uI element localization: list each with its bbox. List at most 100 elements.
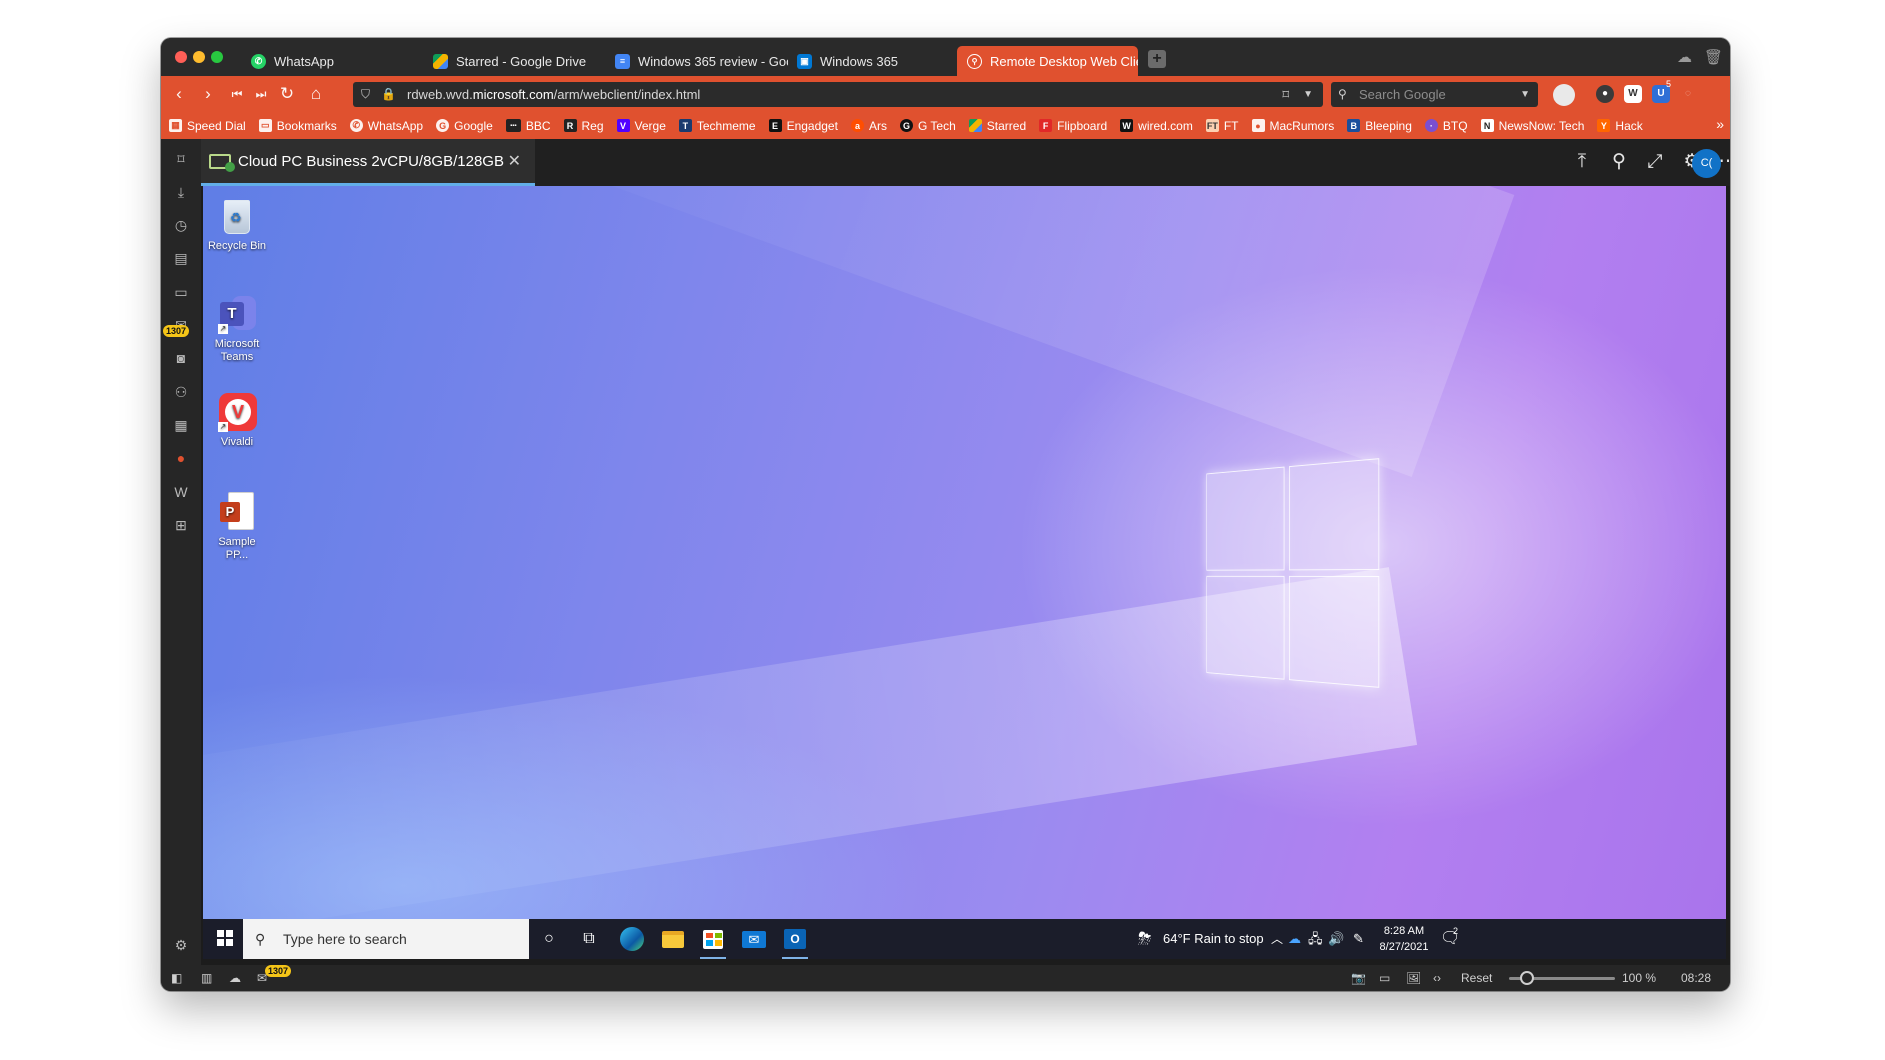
back-button[interactable]: ‹ bbox=[167, 82, 191, 106]
pen-icon[interactable]: ✎ bbox=[1353, 919, 1364, 959]
network-icon[interactable]: 🖧 bbox=[1308, 919, 1323, 959]
weather-text[interactable]: 64°F Rain to stop bbox=[1163, 919, 1264, 959]
file-explorer-icon[interactable] bbox=[658, 925, 688, 953]
user-avatar[interactable]: C( bbox=[1692, 149, 1721, 178]
url-dropdown-icon[interactable]: ▼ bbox=[1303, 82, 1313, 107]
bookmark-hack[interactable]: Y Hack bbox=[1597, 119, 1643, 133]
bookmark-google[interactable]: G Google bbox=[436, 119, 493, 133]
bookmarks-overflow-icon[interactable]: » bbox=[1716, 116, 1724, 132]
tab-remote-desktop[interactable]: ⚲ Remote Desktop Web Clie bbox=[957, 46, 1138, 76]
add-panel-icon[interactable]: ⊞ bbox=[171, 515, 191, 535]
bookmark-btq[interactable]: · BTQ bbox=[1424, 119, 1468, 133]
cortana-icon[interactable]: ○ bbox=[534, 925, 564, 953]
session-tab-label: Cloud PC Business 2vCPU/8GB/128GB bbox=[238, 152, 504, 170]
desktop-icon-powerpoint[interactable]: P Sample PP... bbox=[206, 492, 268, 562]
extension-w-icon[interactable]: W bbox=[1624, 85, 1642, 103]
upload-icon[interactable]: ⤒ bbox=[1569, 149, 1595, 175]
bookmarks-panel-icon[interactable]: ⌑ bbox=[171, 149, 191, 169]
trash-icon[interactable]: 🗑 bbox=[1704, 48, 1723, 66]
whatsapp-icon: ✆ bbox=[349, 119, 363, 132]
desktop-icon-recycle-bin[interactable]: ♻ Recycle Bin bbox=[206, 196, 268, 253]
maximize-window-button[interactable] bbox=[211, 51, 223, 63]
volume-icon[interactable]: 🔊 bbox=[1328, 919, 1344, 959]
taskbar-clock[interactable]: 8:28 AM 8/27/2021 bbox=[1375, 923, 1433, 955]
capture-icon[interactable]: 📷 bbox=[1351, 970, 1366, 986]
tab-label: WhatsApp bbox=[274, 53, 334, 69]
bookmark-page-icon[interactable]: ⌑ bbox=[1282, 82, 1289, 107]
bookmark-wired[interactable]: Wwired.com bbox=[1120, 119, 1193, 133]
weather-icon[interactable]: ⛈ bbox=[1138, 919, 1152, 959]
tab-google-drive[interactable]: Starred - Google Drive bbox=[423, 46, 608, 76]
shield-icon[interactable]: ⛉ bbox=[361, 82, 370, 107]
page-actions-icon[interactable]: ‹› bbox=[1433, 970, 1441, 986]
contacts-icon[interactable]: ⚇ bbox=[171, 382, 191, 402]
notes-icon[interactable]: ▤ bbox=[171, 248, 191, 268]
close-window-button[interactable] bbox=[175, 51, 187, 63]
feeds-icon[interactable]: ◙ bbox=[171, 348, 191, 368]
search-engine-dropdown-icon[interactable]: ▼ bbox=[1520, 82, 1530, 107]
vivaldi-icon[interactable]: ● bbox=[171, 448, 191, 468]
bookmark-starred[interactable]: Starred bbox=[968, 119, 1026, 133]
rewind-button[interactable]: ⏮ bbox=[225, 82, 249, 106]
window-icon[interactable]: ▭ bbox=[1379, 970, 1390, 986]
history-icon[interactable]: ◷ bbox=[171, 215, 191, 235]
bookmark-bleeping[interactable]: B Bleeping bbox=[1347, 119, 1412, 133]
panel-toggle-icon[interactable]: ◧ bbox=[171, 970, 182, 986]
edge-icon[interactable] bbox=[617, 925, 647, 953]
bookmark-macrumors[interactable]: ● MacRumors bbox=[1251, 119, 1334, 133]
bookmark-flipboard[interactable]: F Flipboard bbox=[1039, 119, 1107, 133]
bookmark-newsnow[interactable]: N NewsNow: Tech bbox=[1480, 119, 1584, 133]
new-tab-button[interactable]: + bbox=[1148, 50, 1166, 68]
url-field[interactable]: ⛉ 🔒 rdweb.wvd.microsoft.com/arm/webclien… bbox=[353, 82, 1323, 107]
sync-cloud-icon[interactable]: ☁ bbox=[229, 970, 241, 986]
downloads-icon[interactable]: ⤓ bbox=[171, 182, 191, 202]
bookmark-verge[interactable]: V Verge bbox=[616, 119, 666, 133]
session-tab[interactable]: Cloud PC Business 2vCPU/8GB/128GB ✕ bbox=[201, 139, 535, 186]
close-session-icon[interactable]: ✕ bbox=[508, 151, 521, 171]
bookmark-bookmarks[interactable]: ▭ Bookmarks bbox=[258, 119, 337, 133]
unpin-icon[interactable]: ⚲ bbox=[1606, 149, 1632, 175]
cloud-sync-icon[interactable]: ☁ bbox=[1677, 48, 1692, 66]
reset-zoom-button[interactable]: Reset bbox=[1461, 970, 1492, 986]
extension-more-icon[interactable]: ◌ bbox=[1679, 85, 1697, 103]
fast-forward-button[interactable]: ⏭ bbox=[249, 82, 273, 106]
start-button[interactable] bbox=[217, 930, 233, 946]
bookmark-ft[interactable]: FT FT bbox=[1205, 119, 1239, 133]
settings-gear-icon[interactable]: ⚙ bbox=[171, 935, 191, 955]
show-hidden-icons-icon[interactable]: ︿ bbox=[1271, 919, 1283, 959]
extension-privacy-icon[interactable]: ● bbox=[1596, 85, 1614, 103]
minimize-window-button[interactable] bbox=[193, 51, 205, 63]
tab-tiling-icon[interactable]: ▥ bbox=[201, 970, 212, 986]
bookmark-reg[interactable]: R Reg bbox=[563, 119, 604, 133]
onedrive-icon[interactable]: ☁ bbox=[1288, 919, 1301, 959]
bookmark-techmeme[interactable]: T Techmeme bbox=[678, 119, 756, 133]
home-icon[interactable]: ⌂ bbox=[304, 82, 328, 106]
desktop-icon-vivaldi[interactable]: V ↗ Vivaldi bbox=[206, 392, 268, 449]
task-view-icon[interactable]: ⧉ bbox=[574, 925, 604, 953]
mail-app-icon[interactable]: ✉ bbox=[739, 925, 769, 953]
tab-windows365[interactable]: ▣ Windows 365 bbox=[787, 46, 937, 76]
image-icon[interactable]: 🖼 bbox=[1406, 970, 1421, 986]
bookmark-whatsapp[interactable]: ✆ WhatsApp bbox=[349, 119, 423, 133]
taskbar-search-box[interactable]: ⚲ Type here to search bbox=[243, 919, 529, 959]
fullscreen-icon[interactable]: ⤢ bbox=[1642, 149, 1668, 175]
zoom-slider-handle[interactable] bbox=[1520, 971, 1534, 985]
bookmark-ars[interactable]: a Ars bbox=[850, 119, 887, 133]
tab-whatsapp[interactable]: ✆ WhatsApp bbox=[241, 46, 391, 76]
tab-windows365-review[interactable]: ≡ Windows 365 review - Goo bbox=[605, 46, 788, 76]
bookmark-gtech[interactable]: G G Tech bbox=[899, 119, 956, 133]
profile-avatar[interactable] bbox=[1553, 84, 1575, 106]
bookmark-engadget[interactable]: E Engadget bbox=[768, 119, 838, 133]
store-icon[interactable] bbox=[698, 925, 728, 959]
bookmark-speed-dial[interactable]: ▦ Speed Dial bbox=[169, 119, 246, 133]
desktop-icon-teams[interactable]: T ↗ Microsoft Teams bbox=[206, 294, 268, 364]
search-field[interactable]: ⚲ Search Google ▼ bbox=[1331, 82, 1538, 107]
bookmark-bbc[interactable]: ▪▪▪ BBC bbox=[505, 119, 551, 133]
forward-button[interactable]: › bbox=[196, 82, 220, 106]
outlook-icon[interactable]: O bbox=[780, 925, 810, 959]
window-panel-icon[interactable]: ▭ bbox=[171, 282, 191, 302]
address-bar-row: ‹ › ⏮ ⏭ ↻ ⌂ ⛉ 🔒 rdweb.wvd.microsoft.com/… bbox=[161, 76, 1730, 112]
reload-icon[interactable]: ↻ bbox=[275, 82, 299, 106]
wikipedia-panel-icon[interactable]: W bbox=[171, 482, 191, 502]
calendar-icon[interactable]: ▦ bbox=[171, 415, 191, 435]
